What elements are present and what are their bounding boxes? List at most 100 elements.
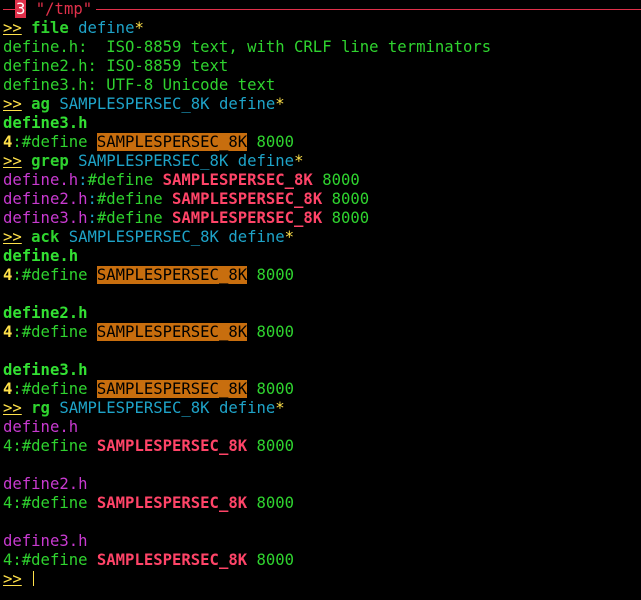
window-label[interactable]: 3 "/tmp" xyxy=(15,0,97,19)
command-args: SAMPLESPERSEC_8K define xyxy=(78,152,295,170)
result-suffix: 8000 xyxy=(247,380,295,398)
result-line: 4:#define SAMPLESPERSEC_8K 8000 xyxy=(3,494,641,513)
line-number: 4 xyxy=(3,323,13,341)
result-file-heading: define.h xyxy=(3,418,79,436)
result-line: 4:#define SAMPLESPERSEC_8K 8000 xyxy=(3,551,641,570)
match-highlight: SAMPLESPERSEC_8K xyxy=(96,380,248,398)
result-line: 4:#define SAMPLESPERSEC_8K 8000 xyxy=(3,380,641,399)
line-number: 4 xyxy=(3,437,13,455)
result-suffix: 8000 xyxy=(247,266,295,284)
match-highlight: SAMPLESPERSEC_8K xyxy=(96,437,248,455)
separator: : xyxy=(78,171,88,189)
prompt: >> xyxy=(3,570,22,588)
result-line: 4:#define SAMPLESPERSEC_8K 8000 xyxy=(3,323,641,342)
window-title: "/tmp" xyxy=(26,0,93,18)
window-number: 3 xyxy=(15,0,27,18)
result-file-heading: define2.h xyxy=(3,475,88,493)
result-suffix: 8000 xyxy=(322,190,370,208)
result-suffix: 8000 xyxy=(247,494,295,512)
result-prefix: #define xyxy=(96,190,172,208)
result-file-heading: define3.h xyxy=(3,114,88,132)
command-name: grep xyxy=(31,152,69,170)
command-args: define xyxy=(78,19,135,37)
separator: : xyxy=(87,190,97,208)
result-file-heading: define.h xyxy=(3,247,79,265)
separator: : xyxy=(87,209,97,227)
result-prefix: :#define xyxy=(12,551,97,569)
result-file-heading: define2.h xyxy=(3,304,88,322)
glob-star: * xyxy=(134,19,144,37)
result-suffix: 8000 xyxy=(322,209,370,227)
result-line: define2.h:#define SAMPLESPERSEC_8K 8000 xyxy=(3,190,641,209)
command-line-rg: >> rg SAMPLESPERSEC_8K define* xyxy=(3,399,641,418)
result-prefix: :#define xyxy=(12,323,97,341)
result-line: 4:#define SAMPLESPERSEC_8K 8000 xyxy=(3,133,641,152)
result-file-heading: define3.h xyxy=(3,361,88,379)
command-args: SAMPLESPERSEC_8K define xyxy=(59,95,276,113)
glob-star: * xyxy=(275,399,285,417)
result-line: 4:#define SAMPLESPERSEC_8K 8000 xyxy=(3,266,641,285)
prompt: >> xyxy=(3,152,22,170)
command-args: SAMPLESPERSEC_8K define xyxy=(68,228,285,246)
line-number: 4 xyxy=(3,133,13,151)
command-name: ag xyxy=(31,95,50,113)
prompt: >> xyxy=(3,95,22,113)
window-status-bar: 3 "/tmp" xyxy=(3,0,641,19)
glob-star: * xyxy=(284,228,295,246)
result-prefix: :#define xyxy=(12,266,97,284)
result-filename: define2.h xyxy=(3,190,88,208)
result-suffix: 8000 xyxy=(247,133,295,151)
result-prefix: :#define xyxy=(12,133,97,151)
status-rule xyxy=(3,9,641,10)
command-line-ag: >> ag SAMPLESPERSEC_8K define* xyxy=(3,95,641,114)
match-highlight: SAMPLESPERSEC_8K xyxy=(172,209,323,227)
result-prefix: :#define xyxy=(12,380,97,398)
prompt: >> xyxy=(3,19,22,37)
result-filename: define3.h xyxy=(3,209,88,227)
glob-star: * xyxy=(294,152,304,170)
match-highlight: SAMPLESPERSEC_8K xyxy=(96,494,248,512)
command-name: ack xyxy=(31,228,60,246)
active-prompt-line[interactable]: >> xyxy=(3,570,641,589)
prompt: >> xyxy=(3,399,22,417)
result-suffix: 8000 xyxy=(312,171,360,189)
output-line: define2.h: ISO-8859 text xyxy=(3,57,229,75)
line-number: 4 xyxy=(3,551,13,569)
command-line-file: >> file define* xyxy=(3,19,641,38)
command-name: file xyxy=(31,19,69,37)
match-highlight: SAMPLESPERSEC_8K xyxy=(96,266,248,284)
result-line: 4:#define SAMPLESPERSEC_8K 8000 xyxy=(3,437,641,456)
result-line: define3.h:#define SAMPLESPERSEC_8K 8000 xyxy=(3,209,641,228)
output-line: define.h: ISO-8859 text, with CRLF line … xyxy=(3,38,492,56)
result-file-heading: define3.h xyxy=(3,532,88,550)
glob-star: * xyxy=(275,95,285,113)
command-line-ack: >> ack SAMPLESPERSEC_8K define* xyxy=(3,228,641,247)
result-suffix: 8000 xyxy=(247,437,295,455)
line-number: 4 xyxy=(3,380,13,398)
result-suffix: 8000 xyxy=(247,551,295,569)
text-cursor xyxy=(33,571,35,586)
line-number: 4 xyxy=(3,266,13,284)
command-name: rg xyxy=(31,399,50,417)
command-args: SAMPLESPERSEC_8K define xyxy=(59,399,276,417)
match-highlight: SAMPLESPERSEC_8K xyxy=(96,133,248,151)
match-highlight: SAMPLESPERSEC_8K xyxy=(96,551,248,569)
result-prefix: :#define xyxy=(12,437,97,455)
match-highlight: SAMPLESPERSEC_8K xyxy=(96,323,248,341)
result-prefix: #define xyxy=(96,209,172,227)
result-line: define.h:#define SAMPLESPERSEC_8K 8000 xyxy=(3,171,641,190)
result-suffix: 8000 xyxy=(247,323,295,341)
terminal[interactable]: 3 "/tmp" >> file define* define.h: ISO-8… xyxy=(3,0,641,600)
output-line: define3.h: UTF-8 Unicode text xyxy=(3,76,276,94)
line-number: 4 xyxy=(3,494,13,512)
match-highlight: SAMPLESPERSEC_8K xyxy=(162,171,313,189)
match-highlight: SAMPLESPERSEC_8K xyxy=(172,190,323,208)
result-prefix: #define xyxy=(87,171,163,189)
prompt: >> xyxy=(3,228,22,246)
command-line-grep: >> grep SAMPLESPERSEC_8K define* xyxy=(3,152,641,171)
result-filename: define.h xyxy=(3,171,79,189)
